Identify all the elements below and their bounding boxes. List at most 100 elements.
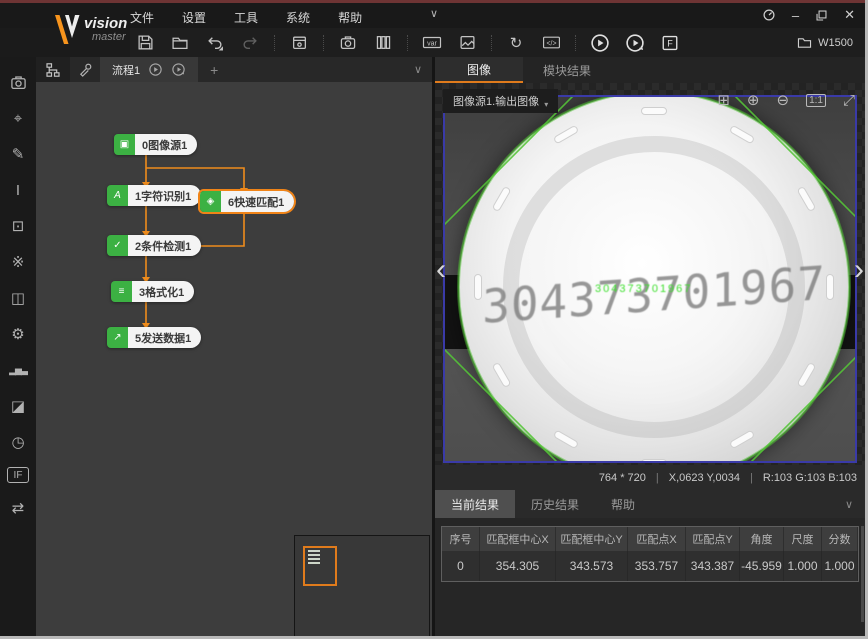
flow-node-send-data[interactable]: ↗ 5发送数据1 <box>107 327 201 348</box>
histogram-icon[interactable]: ▂▅▃ <box>6 359 30 381</box>
flow-node-char-recognition[interactable]: A 1字符识别1 <box>107 185 201 206</box>
image-threshold-icon[interactable]: ◫ <box>6 287 30 309</box>
target-position-icon[interactable]: ⌖ <box>6 107 30 129</box>
recognition-result-overlay: 304373701967 <box>595 283 835 295</box>
undo-button[interactable] <box>204 32 226 54</box>
node-icon-send-data: ↗ <box>107 327 128 348</box>
menu-system[interactable]: 系统 <box>286 9 310 26</box>
menubar: 文件 设置 工具 系统 帮助 <box>130 9 362 26</box>
minimap-viewport[interactable] <box>303 546 337 586</box>
flow-header-chevron-icon[interactable]: ∨ <box>414 63 422 76</box>
image-result-tabs: 图像 模块结果 <box>435 57 865 83</box>
camera-tool-icon[interactable] <box>6 71 30 93</box>
image-view-toolbar: ⊞ ⊕ ⊖ 1:1 ⤢ <box>717 91 855 109</box>
toolbar-separator <box>274 35 275 51</box>
tab-module-result[interactable]: 模块结果 <box>523 57 611 83</box>
snapshot-history-icon[interactable]: ◷ <box>6 431 30 453</box>
logo-v-icon <box>52 12 82 48</box>
fit-view-icon[interactable]: ⊞ <box>717 91 730 109</box>
flow-node-format[interactable]: ≡ 3格式化1 <box>111 281 194 302</box>
results-tabs: 当前结果 历史结果 帮助 ∨ <box>435 490 865 518</box>
restore-button[interactable] <box>815 9 828 22</box>
minimize-button[interactable]: – <box>792 8 799 23</box>
tool-sidebar: ⌖ ✎ I ⊡ ※ ◫ ⚙ ▂▅▃ ◪ ◷ IF ⇄ <box>0 57 36 639</box>
tab-history-result[interactable]: 历史结果 <box>515 490 595 518</box>
performance-gauge-icon[interactable] <box>762 8 776 22</box>
redo-button[interactable] <box>239 32 261 54</box>
menu-settings[interactable]: 设置 <box>182 9 206 26</box>
image-pane-button[interactable] <box>456 32 478 54</box>
prev-image-arrow[interactable]: ‹ <box>436 255 446 285</box>
image-source-selector[interactable]: 图像源1.输出图像 ▾ <box>443 89 558 113</box>
node-label: 6快速匹配1 <box>221 191 294 212</box>
expand-view-icon[interactable]: ⤢ <box>843 92 855 109</box>
flow-settings-wrench-icon[interactable] <box>70 62 100 77</box>
focus-frame-icon[interactable]: ⊡ <box>6 215 30 237</box>
image-resolution: 764 * 720 <box>599 472 646 484</box>
run-continuous-button[interactable] <box>624 32 646 54</box>
toolbar-separator <box>575 35 576 51</box>
actual-size-icon[interactable]: 1:1 <box>806 94 826 107</box>
inspection-image[interactable]: 304373701967 304373701967 <box>443 95 857 463</box>
flow-node-condition-check[interactable]: ✓ 2条件检测1 <box>107 235 201 256</box>
results-table-area: 序号 匹配框中心X 匹配框中心Y 匹配点X 匹配点Y 角度 尺度 分数 0 35… <box>435 518 865 639</box>
menu-help[interactable]: 帮助 <box>338 9 362 26</box>
match-overlay <box>445 97 855 461</box>
close-button[interactable]: ✕ <box>844 7 855 23</box>
node-label: 0图像源1 <box>135 134 197 155</box>
global-variable-button[interactable]: var <box>421 32 443 54</box>
text-recognition-icon[interactable]: I <box>6 179 30 201</box>
flow-canvas[interactable]: ▣ 0图像源1 A 1字符识别1 ◈ 6快速匹配1 ✓ 2条件检测1 ≡ 3 <box>36 82 432 639</box>
run-history-button[interactable]: ↻ <box>505 32 527 54</box>
flow-run-continuous-icon[interactable] <box>171 62 186 77</box>
script-editor-button[interactable]: </> <box>540 32 562 54</box>
tab-current-result[interactable]: 当前结果 <box>435 490 515 518</box>
result-panel: 图像 模块结果 <box>435 57 865 639</box>
results-table-header: 序号 匹配框中心X 匹配框中心Y 匹配点X 匹配点Y 角度 尺度 分数 <box>442 527 858 551</box>
flow-node-fast-match[interactable]: ◈ 6快速匹配1 <box>200 191 294 212</box>
dropdown-caret-icon: ▾ <box>544 100 548 109</box>
svg-text:F: F <box>667 38 673 48</box>
menubar-collapse-chevron-icon[interactable]: ∨ <box>424 7 444 20</box>
node-label: 2条件检测1 <box>128 235 201 256</box>
main-toolbar: var ↻ </> <box>130 28 865 57</box>
zoom-in-icon[interactable]: ⊕ <box>747 91 760 109</box>
flow-panel: 流程1 + ∨ <box>36 57 432 639</box>
workspace-indicator[interactable]: W1500 <box>797 36 853 49</box>
image-edit-icon[interactable]: ✎ <box>6 143 30 165</box>
save-button[interactable] <box>134 32 156 54</box>
module-list-button[interactable] <box>372 32 394 54</box>
results-scrollbar[interactable] <box>861 526 864 622</box>
format-f-button[interactable]: F <box>659 32 681 54</box>
menu-tools[interactable]: 工具 <box>234 9 258 26</box>
color-fill-icon[interactable]: ◪ <box>6 395 30 417</box>
table-row[interactable]: 0 354.305 343.573 353.757 343.387 -45.95… <box>442 551 858 581</box>
image-viewport[interactable]: 304373701967 304373701967 图像源1.输出图像 ▾ ⊞ … <box>435 83 865 465</box>
camera-capture-button[interactable] <box>337 32 359 54</box>
flow-minimap[interactable]: ↘ <box>294 535 430 639</box>
if-condition-icon[interactable]: IF <box>7 467 29 483</box>
image-settings-icon[interactable]: ⚙ <box>6 323 30 345</box>
next-image-arrow[interactable]: › <box>854 255 864 285</box>
tab-image[interactable]: 图像 <box>435 57 523 83</box>
save-as-button[interactable] <box>288 32 310 54</box>
flow-node-image-source[interactable]: ▣ 0图像源1 <box>114 134 197 155</box>
scatter-match-icon[interactable]: ※ <box>6 251 30 273</box>
flow-run-once-icon[interactable] <box>148 62 163 77</box>
workspace-label: W1500 <box>818 37 853 49</box>
results-chevron-icon[interactable]: ∨ <box>845 498 853 511</box>
menu-file[interactable]: 文件 <box>130 9 154 26</box>
tab-help[interactable]: 帮助 <box>595 490 651 518</box>
flow-tab[interactable]: 流程1 <box>100 57 198 82</box>
visionmaster-logo: vision master <box>52 8 130 52</box>
flow-list-button[interactable] <box>36 57 70 82</box>
data-exchange-icon[interactable]: ⇄ <box>6 497 30 519</box>
node-label: 3格式化1 <box>132 281 194 302</box>
open-project-button[interactable] <box>169 32 191 54</box>
node-label: 5发送数据1 <box>128 327 201 348</box>
add-flow-button[interactable]: + <box>210 62 218 78</box>
run-once-button[interactable] <box>589 32 611 54</box>
zoom-out-icon[interactable]: ⊖ <box>777 91 790 109</box>
toolbar-separator <box>491 35 492 51</box>
node-icon-char-recognition: A <box>107 185 128 206</box>
